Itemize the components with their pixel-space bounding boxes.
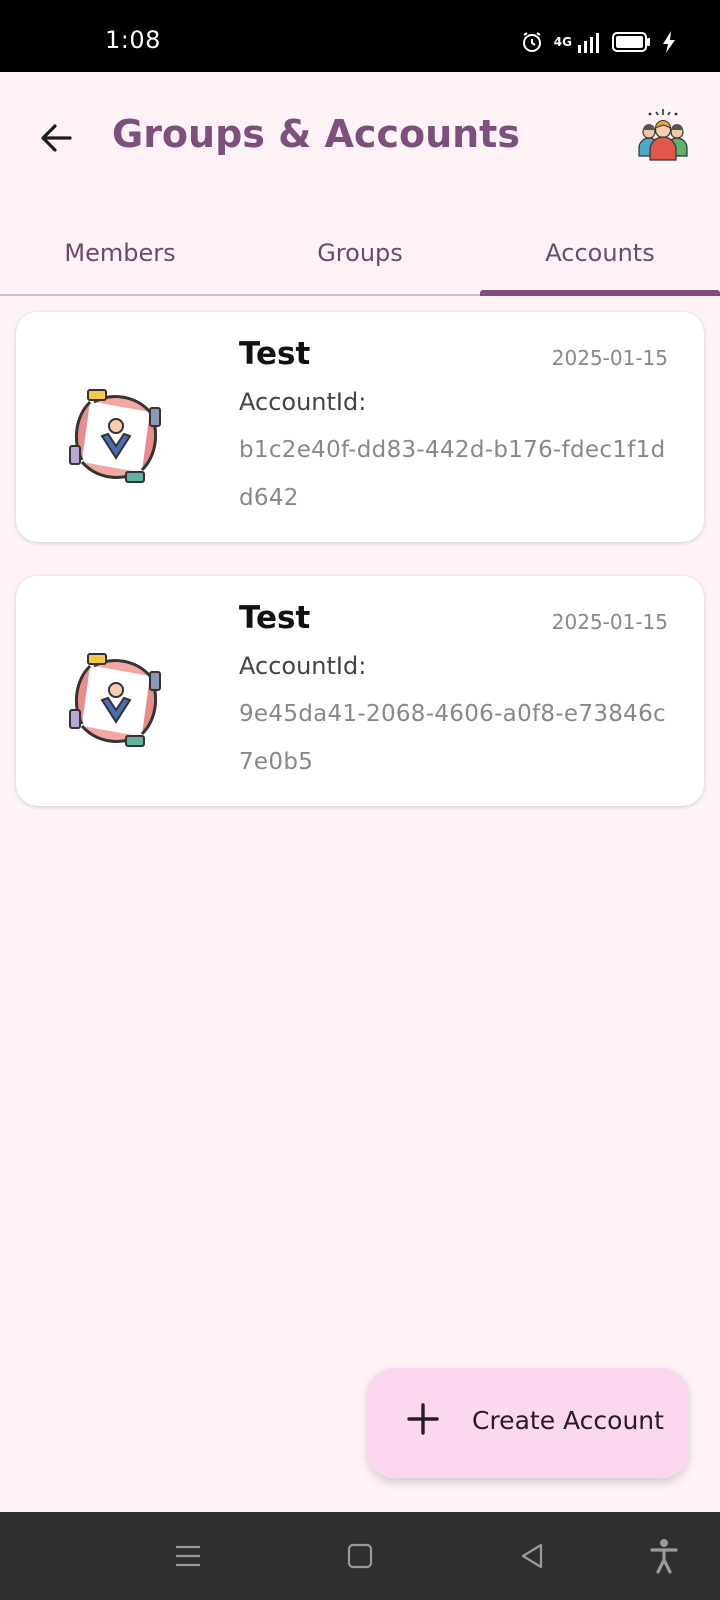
account-name: Test <box>239 600 311 636</box>
back-icon[interactable] <box>510 1534 554 1578</box>
account-id-value: b1c2e40f-dd83-442d-b176-fdec1f1dd642 <box>239 437 666 511</box>
create-account-button[interactable]: Create Account <box>368 1368 688 1478</box>
menu-icon[interactable] <box>166 1534 210 1578</box>
charging-icon <box>663 31 675 53</box>
back-button[interactable] <box>30 112 82 164</box>
account-date: 2025-01-15 <box>551 610 668 634</box>
group-people-icon[interactable] <box>636 108 690 162</box>
home-icon[interactable] <box>338 1534 382 1578</box>
alarm-icon <box>522 32 541 52</box>
status-icons: 4G <box>520 30 676 54</box>
team-hands-icon <box>69 389 161 483</box>
tab-bar: Members Groups Accounts <box>0 212 720 296</box>
account-card[interactable]: Test 2025-01-15 AccountId: 9e45da41-2068… <box>16 576 704 806</box>
app-bar: Groups & Accounts <box>0 72 720 200</box>
account-date: 2025-01-15 <box>551 346 668 370</box>
create-account-label: Create Account <box>472 1406 664 1435</box>
account-id-label: AccountId: <box>239 652 367 680</box>
tab-accounts[interactable]: Accounts <box>480 212 720 294</box>
status-bar: 1:08 4G <box>0 0 720 72</box>
account-id-value: 9e45da41-2068-4606-a0f8-e73846c7e0b5 <box>239 701 666 775</box>
account-id-label: AccountId: <box>239 388 367 416</box>
arrow-left-icon <box>41 124 72 152</box>
battery-icon <box>612 32 650 52</box>
network-type: 4G <box>553 35 572 49</box>
account-name: Test <box>239 336 311 372</box>
system-nav-bar <box>0 1512 720 1600</box>
account-card[interactable]: Test 2025-01-15 AccountId: b1c2e40f-dd83… <box>16 312 704 542</box>
page-title: Groups & Accounts <box>112 112 520 156</box>
accessibility-icon[interactable] <box>642 1534 686 1578</box>
tab-indicator <box>480 290 720 296</box>
signal-icon <box>578 33 599 53</box>
team-hands-icon <box>69 653 161 747</box>
status-time: 1:08 <box>105 26 161 54</box>
tab-members[interactable]: Members <box>0 212 240 294</box>
plus-icon <box>407 1403 439 1435</box>
tab-groups[interactable]: Groups <box>240 212 480 294</box>
